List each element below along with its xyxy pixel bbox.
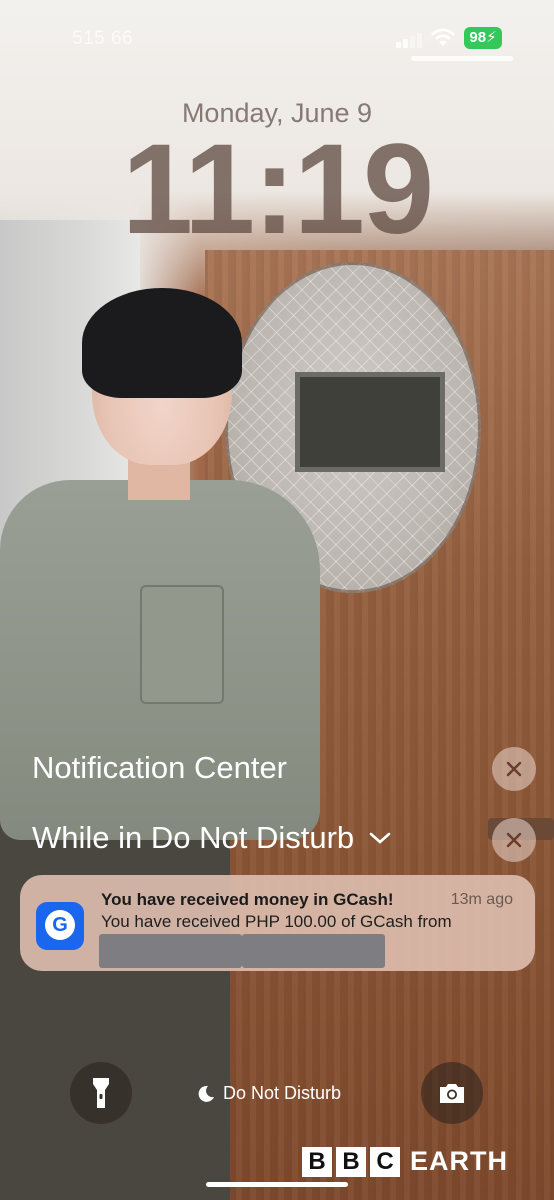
- lock-time: 11:19: [121, 118, 434, 261]
- focus-group-header[interactable]: While in Do Not Disturb: [32, 820, 392, 856]
- wallpaper-person-pocket: [140, 585, 224, 704]
- focus-group-title: While in Do Not Disturb: [32, 820, 355, 855]
- camera-button[interactable]: [421, 1062, 483, 1124]
- moon-icon: [198, 1085, 214, 1102]
- notification-title: You have received money in GCash!: [101, 890, 394, 909]
- camera-icon: [440, 1084, 464, 1103]
- home-indicator[interactable]: [206, 1182, 348, 1187]
- battery-level: 98: [469, 29, 487, 46]
- clear-focus-group-button[interactable]: [492, 818, 536, 862]
- wifi-icon: [431, 28, 455, 46]
- bbc-logo-letter: C: [370, 1146, 400, 1177]
- gcash-app-icon: G: [36, 902, 84, 950]
- control-center-grabber[interactable]: [411, 56, 513, 61]
- wallpaper-mirror-frame: [295, 372, 445, 472]
- chevron-down-icon: [369, 832, 391, 844]
- redacted-text-block: [99, 934, 242, 968]
- notification-time: 13m ago: [450, 891, 513, 908]
- gcash-notification[interactable]: G You have received money in GCash! 13m …: [20, 875, 535, 971]
- close-icon: [506, 761, 522, 777]
- bbc-logo-letter: B: [336, 1146, 366, 1177]
- carrier-label: 515 66: [72, 28, 134, 49]
- flashlight-button[interactable]: [70, 1062, 132, 1124]
- wallpaper-person-hair: [82, 288, 242, 398]
- signal-icon: [396, 30, 428, 48]
- bbc-earth-watermark: B B C EARTH: [302, 1146, 508, 1177]
- bbc-logo-letter: B: [302, 1146, 332, 1177]
- close-icon: [506, 832, 522, 848]
- gcash-logo-letter: G: [45, 910, 75, 940]
- redacted-text-block: [242, 934, 385, 968]
- focus-mode-label: Do Not Disturb: [223, 1083, 342, 1103]
- charging-bolt-icon: ⚡: [486, 29, 497, 46]
- flashlight-icon: [93, 1078, 109, 1108]
- status-bar: 515 66 98⚡: [0, 0, 554, 70]
- notification-center-title: Notification Center: [32, 750, 288, 785]
- notification-body: You have received PHP 100.00 of GCash fr…: [101, 912, 452, 931]
- bbc-earth-word: EARTH: [410, 1146, 508, 1176]
- battery-indicator: 98⚡: [464, 27, 502, 49]
- focus-mode-indicator[interactable]: Do Not Disturb: [197, 1083, 341, 1104]
- clear-notification-center-button[interactable]: [492, 747, 536, 791]
